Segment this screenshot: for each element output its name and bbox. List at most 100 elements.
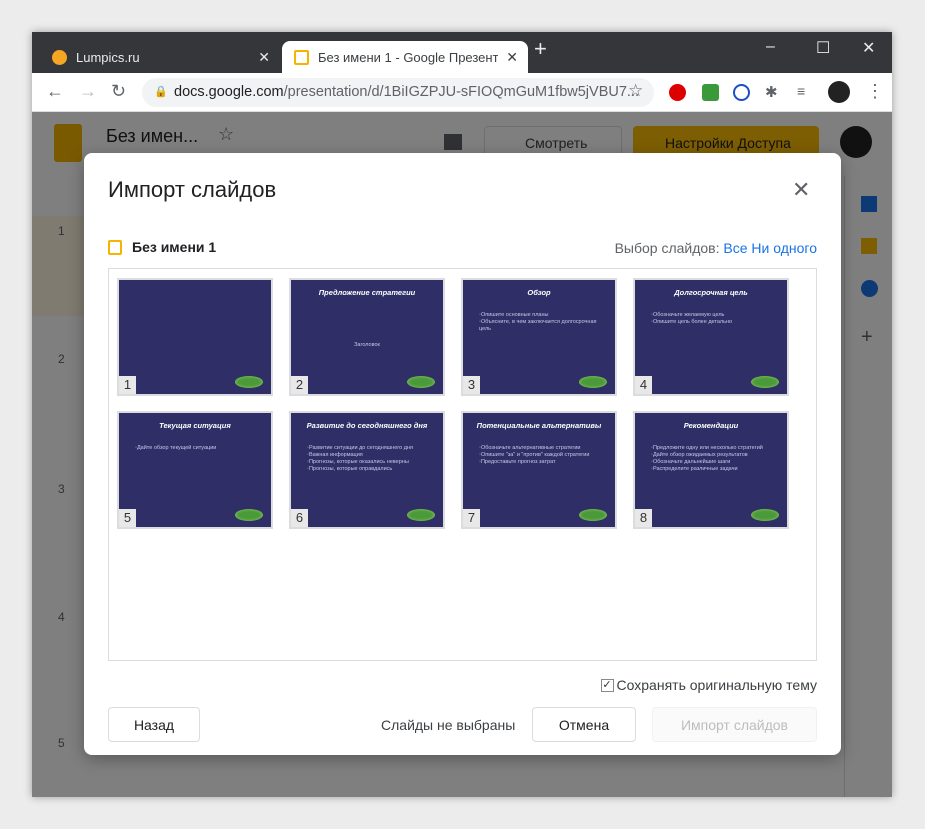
slide-number: 3: [463, 376, 480, 394]
keep-theme-checkbox[interactable]: ✓: [600, 678, 614, 692]
slide-bullet: Опишите цель более детально: [651, 319, 779, 326]
back-icon[interactable]: ←: [46, 81, 64, 102]
reload-icon[interactable]: ↻: [111, 81, 126, 102]
select-none-link[interactable]: Ни одного: [751, 240, 817, 256]
slide-bullet: Обозначьте альтернативные стратегии: [479, 445, 607, 452]
source-presentation: Без имени 1: [108, 239, 216, 255]
import-slides-button[interactable]: Импорт слайдов: [652, 707, 817, 742]
checkmark-extension-icon[interactable]: [702, 84, 719, 101]
opera-extension-icon[interactable]: [669, 84, 686, 101]
slide-bullets: Развитие ситуации до сегодняшнего дняВаж…: [307, 445, 435, 473]
slide-bullets: Предложите одну или несколько стратегийД…: [651, 445, 779, 473]
favicon-icon: [52, 49, 67, 65]
slide-bullets: Обозначьте альтернативные стратегииОпиши…: [479, 445, 607, 466]
slide-thumbnail[interactable]: 1: [117, 278, 273, 396]
back-button[interactable]: Назад: [108, 707, 200, 742]
tab-lumpics[interactable]: Lumpics.ru ✕: [40, 41, 280, 73]
slide-number: 8: [635, 509, 652, 527]
media-queue-icon[interactable]: ≡: [797, 83, 805, 99]
source-name: Без имени 1: [132, 239, 217, 255]
slide-bullet: Распределите различные задачи: [651, 466, 779, 473]
leaf-graphic-icon: [751, 509, 779, 521]
slide-number: 5: [119, 509, 136, 527]
slide-bullets: Опишите основные планыОбъясните, в чем з…: [479, 312, 607, 333]
slide-grid: 1 Предложение стратегии Заголовок 2 Обзор Опи…: [108, 268, 817, 661]
select-all-link[interactable]: Все: [723, 240, 747, 256]
bookmark-star-icon[interactable]: ☆: [628, 81, 643, 101]
leaf-graphic-icon: [235, 509, 263, 521]
tab-presentation[interactable]: Без имени 1 - Google Презента ✕: [282, 41, 528, 73]
slide-title: Долгосрочная цель: [674, 288, 748, 297]
dialog-title: Импорт слайдов: [108, 177, 277, 202]
slide-bullet: Объясните, в чем заключается долгосрочна…: [479, 319, 607, 333]
slide-bullet: Обозначьте желаемую цель: [651, 312, 779, 319]
slide-title: Предложение стратегии: [318, 288, 416, 297]
slide-thumbnail[interactable]: Долгосрочная цель Обозначьте желаемую цел…: [633, 278, 789, 396]
keep-theme-label: Сохранять оригинальную тему: [616, 677, 817, 693]
slide-bullet: Дайте обзор ожидаемых результатов: [651, 452, 779, 459]
forward-icon[interactable]: →: [79, 81, 97, 102]
slide-thumbnail[interactable]: Потенциальные альтернативы Обозначьте аль…: [461, 411, 617, 529]
slide-title: Обзор: [527, 288, 551, 297]
tab-strip: Lumpics.ru ✕ Без имени 1 - Google Презен…: [32, 32, 892, 73]
slide-bullet: Важная информация: [307, 452, 435, 459]
tab-label: Lumpics.ru: [76, 49, 140, 65]
leaf-graphic-icon: [579, 376, 607, 388]
lock-icon: 🔒: [154, 86, 168, 98]
close-icon[interactable]: ✕: [792, 177, 810, 203]
slide-thumbnail[interactable]: Предложение стратегии Заголовок 2: [289, 278, 445, 396]
url-host: docs.google.com: [174, 84, 284, 100]
slide-bullet: Предоставьте прогноз затрат: [479, 459, 607, 466]
tab-label: Без имени 1 - Google Презента: [318, 49, 498, 65]
close-tab-icon[interactable]: ✕: [258, 49, 270, 66]
slide-title: Текущая ситуация: [159, 421, 231, 430]
slide-bullet: Прогнозы, которые оказались неверны: [307, 459, 435, 466]
slide-bullet: Развитие ситуации до сегодняшнего дня: [307, 445, 435, 452]
slide-number: 1: [119, 376, 136, 394]
profile-avatar[interactable]: [828, 81, 850, 103]
leaf-graphic-icon: [407, 376, 435, 388]
slide-bullet: Обозначьте дальнейшие шаги: [651, 459, 779, 466]
extensions-puzzle-icon[interactable]: ✱: [765, 83, 778, 101]
slide-bullets: Дайте обзор текущей ситуации: [135, 445, 263, 452]
leaf-graphic-icon: [751, 376, 779, 388]
slide-bullet: Предложите одну или несколько стратегий: [651, 445, 779, 452]
slide-thumbnail[interactable]: Развитие до сегодняшнего дня Развитие сит…: [289, 411, 445, 529]
globe-extension-icon[interactable]: [733, 84, 750, 101]
leaf-graphic-icon: [579, 509, 607, 521]
slide-thumbnail[interactable]: Рекомендации Предложите одну или нескольк…: [633, 411, 789, 529]
slide-bullets: Обозначьте желаемую цельОпишите цель бол…: [651, 312, 779, 326]
slide-title: Рекомендации: [683, 421, 739, 430]
import-slides-dialog: Импорт слайдов ✕ Без имени 1 Выбор слайд…: [84, 153, 841, 755]
slides-file-icon: [108, 239, 122, 255]
slide-selection: Выбор слайдов: Все Ни одного: [615, 240, 817, 256]
slide-number: 6: [291, 509, 308, 527]
slide-bullet: Прогнозы, которые оправдались: [307, 466, 435, 473]
slide-thumbnail[interactable]: Обзор Опишите основные планыОбъясните, в …: [461, 278, 617, 396]
slide-title: Потенциальные альтернативы: [476, 421, 602, 430]
selection-status: Слайды не выбраны: [381, 717, 516, 733]
slide-number: 2: [291, 376, 308, 394]
address-bar[interactable]: 🔒 docs.google.com/presentation/d/1BiIGZP…: [142, 78, 654, 107]
slide-bullet: Опишите основные планы: [479, 312, 607, 319]
slide-center-text: Заголовок: [354, 342, 380, 348]
new-tab-button[interactable]: +: [534, 36, 547, 62]
close-window-button[interactable]: ✕: [862, 38, 875, 58]
slide-bullet: Дайте обзор текущей ситуации: [135, 445, 263, 452]
leaf-graphic-icon: [235, 376, 263, 388]
slide-bullet: Опишите "за" и "против" каждой стратегии: [479, 452, 607, 459]
menu-kebab-icon[interactable]: ⋮: [866, 81, 884, 102]
url-path: /presentation/d/1BiIGZPJU-sFIOQmGuM1fbw5…: [283, 84, 639, 100]
slide-title: Развитие до сегодняшнего дня: [306, 421, 428, 430]
close-tab-icon[interactable]: ✕: [506, 49, 518, 66]
slide-thumbnail[interactable]: Текущая ситуация Дайте обзор текущей ситу…: [117, 411, 273, 529]
cancel-button[interactable]: Отмена: [532, 707, 636, 742]
slide-number: 4: [635, 376, 652, 394]
browser-toolbar: ← → ↻ 🔒 docs.google.com/presentation/d/1…: [32, 73, 892, 112]
slide-number: 7: [463, 509, 480, 527]
select-label: Выбор слайдов:: [614, 240, 720, 256]
leaf-graphic-icon: [407, 509, 435, 521]
keep-theme-option[interactable]: ✓ Сохранять оригинальную тему: [600, 677, 817, 693]
maximize-button[interactable]: ☐: [816, 38, 830, 58]
minimize-button[interactable]: –: [766, 38, 775, 56]
